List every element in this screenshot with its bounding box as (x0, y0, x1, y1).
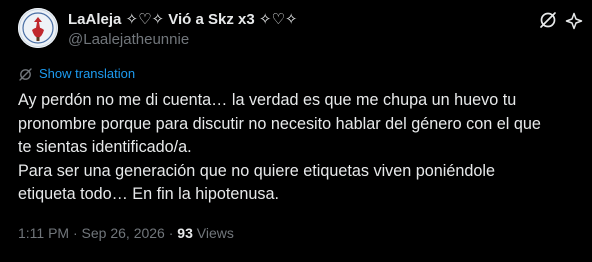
avatar-image (18, 8, 58, 48)
tweet-text: Ay perdón no me di cuenta… la verdad es … (18, 89, 584, 207)
show-translation-label: Show translation (39, 66, 136, 81)
timestamp-link[interactable]: 1:11 PM · Sep 26, 2026 (18, 225, 165, 241)
tweet-text-line: Ay perdón no me di cuenta… la verdad es … (18, 91, 517, 109)
username-handle[interactable]: @Laalejatheunnie (68, 30, 297, 50)
grok-icon[interactable] (537, 9, 559, 31)
tweet-text-line: te sientas identificado/a. (18, 138, 192, 156)
views-count: 93 (177, 225, 193, 241)
show-translation-link[interactable]: Show translation (18, 66, 135, 82)
display-name[interactable]: LaAleja ✧♡✧ Vió a Skz x3 ✧♡✧ (68, 10, 297, 30)
tweet-metadata: 1:11 PM · Sep 26, 2026 · 93 Views (18, 224, 234, 242)
translate-icon (19, 67, 32, 81)
tweet-text-line: etiqueta todo… En fin la hipotenusa. (18, 185, 279, 203)
meta-separator: · (164, 225, 178, 241)
tweet-text-line: pronombre porque para discutir no necesi… (18, 114, 541, 133)
views-label: Views (192, 225, 234, 241)
avatar[interactable] (18, 8, 58, 48)
tweet-text-line: Para ser una generación que no quiere et… (18, 161, 495, 180)
author-info: LaAleja ✧♡✧ Vió a Skz x3 ✧♡✧ @Laalejathe… (68, 10, 297, 50)
tweet: LaAleja ✧♡✧ Vió a Skz x3 ✧♡✧ @Laalejathe… (0, 0, 592, 262)
more-icon[interactable] (565, 12, 583, 30)
